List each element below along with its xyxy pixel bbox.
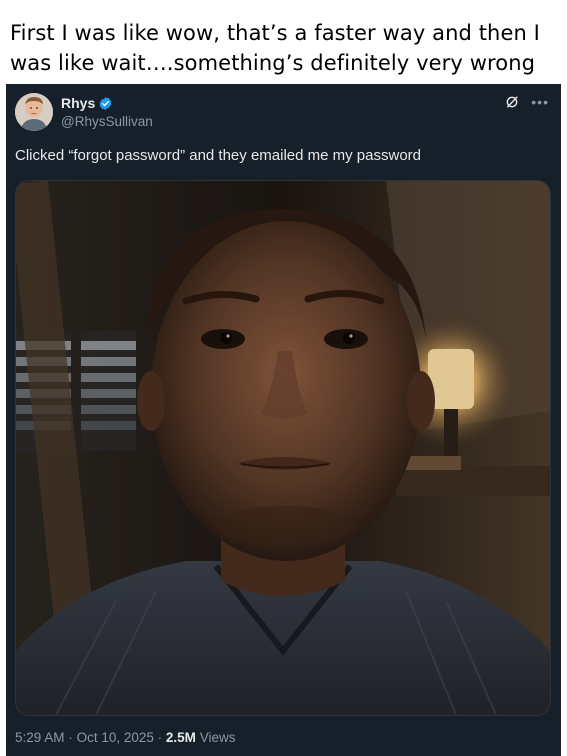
photo-man-face xyxy=(16,181,550,715)
views-count[interactable]: 2.5M xyxy=(166,730,196,745)
tweet-time[interactable]: 5:29 AM xyxy=(15,730,65,745)
author-name-row[interactable]: Rhys xyxy=(61,95,113,111)
meta-separator-2: · xyxy=(157,730,163,745)
avatar-image xyxy=(15,93,53,131)
meme-caption: First I was like wow, that’s a faster wa… xyxy=(10,18,560,78)
meta-separator-1: · xyxy=(68,730,73,745)
caption-line-1: First I was like wow, that’s a faster wa… xyxy=(10,21,540,45)
avatar[interactable] xyxy=(15,93,53,131)
more-options-icon[interactable]: ••• xyxy=(531,95,549,109)
verified-badge-icon xyxy=(98,96,113,111)
tweet-actions-top: ••• xyxy=(505,95,549,109)
author-handle[interactable]: @RhysSullivan xyxy=(61,114,153,129)
author-name[interactable]: Rhys xyxy=(61,95,95,111)
tweet-media-photo[interactable] xyxy=(15,180,551,716)
views-label: Views xyxy=(199,730,236,745)
tweet-meta: 5:29 AM · Oct 10, 2025 · 2.5M Views xyxy=(15,730,235,745)
grok-icon[interactable] xyxy=(505,95,519,109)
tweet-date[interactable]: Oct 10, 2025 xyxy=(77,730,154,745)
tweet-text: Clicked “forgot password” and they email… xyxy=(15,147,422,164)
tweet-card: Rhys @RhysSullivan ••• Clicked “forgot p… xyxy=(6,84,561,756)
caption-line-2: was like wait….something’s definitely ve… xyxy=(10,51,536,75)
